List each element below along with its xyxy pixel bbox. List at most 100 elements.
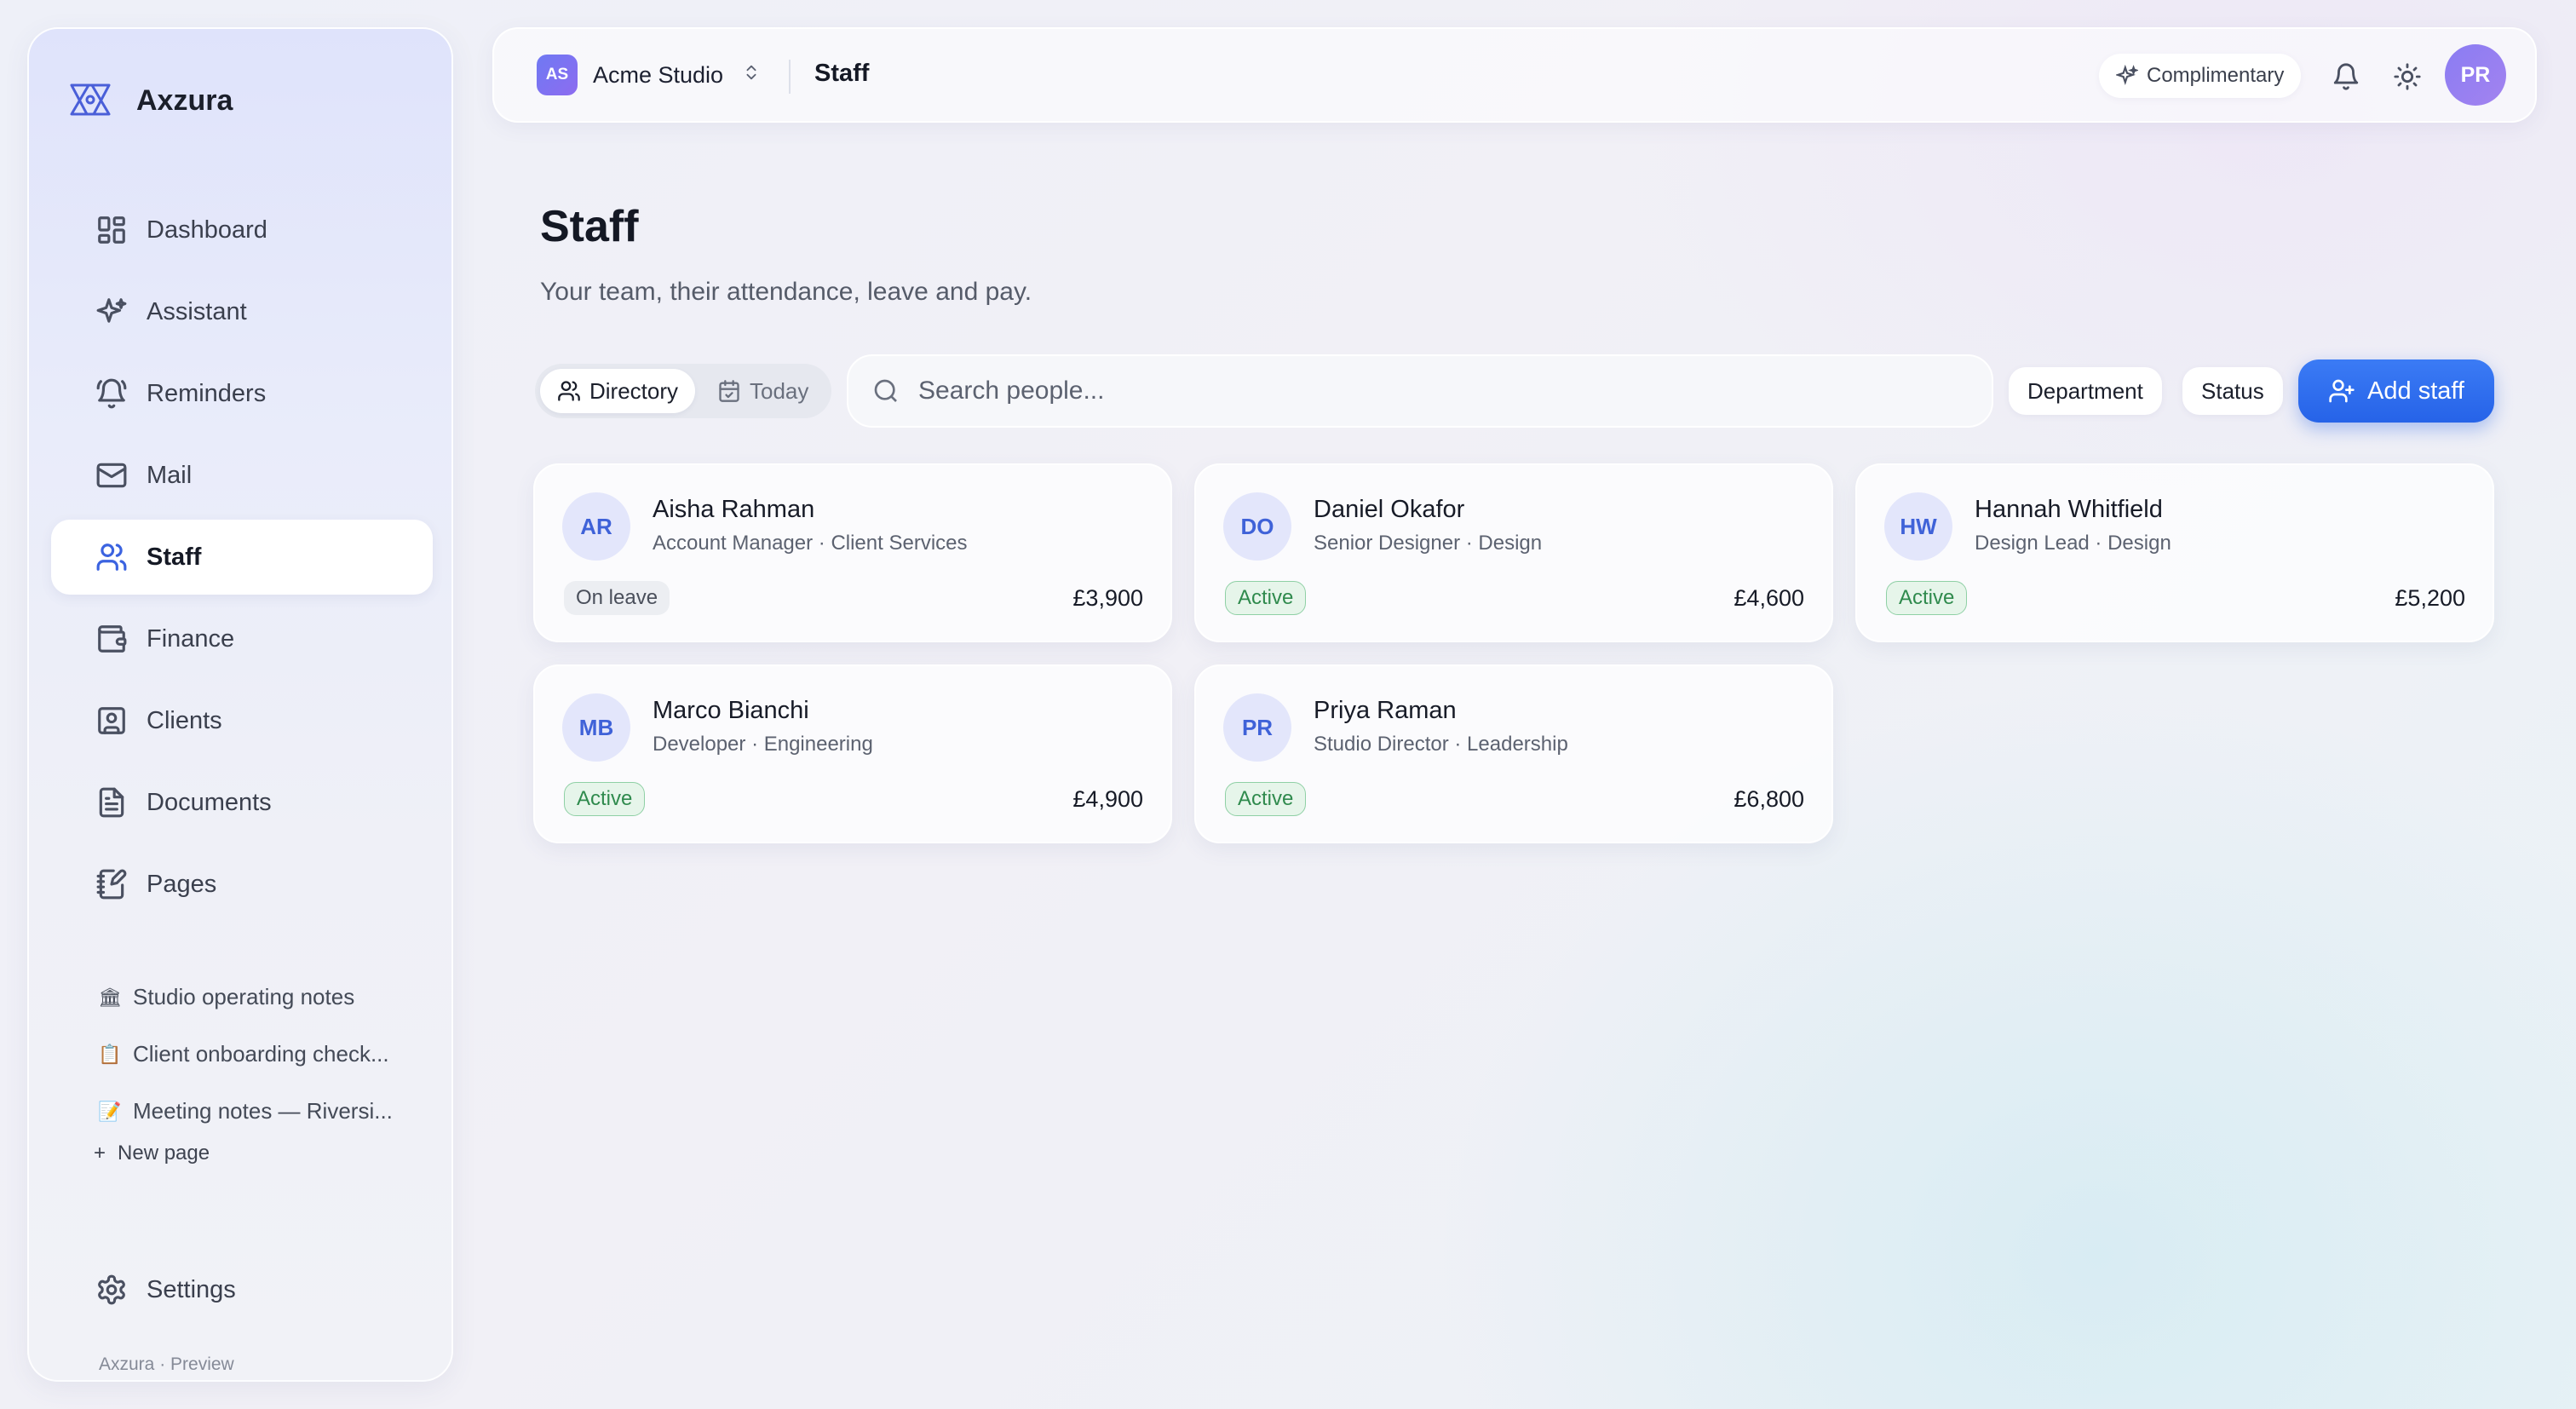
brand-logo-icon — [70, 83, 111, 116]
users-icon — [558, 381, 580, 401]
staff-name: Marco Bianchi — [653, 697, 809, 724]
staff-role: Design Lead · Design — [1975, 532, 2171, 555]
staff-card[interactable]: PR Priya Raman Studio Director · Leaders… — [1194, 664, 1833, 843]
staff-role: Studio Director · Leadership — [1314, 733, 1568, 756]
sidebar-item-label: Reminders — [147, 379, 267, 407]
workspace-name: Acme Studio — [593, 61, 724, 88]
sidebar-nav: Dashboard Assistant Reminders Mail Staff… — [51, 193, 433, 929]
staff-name: Aisha Rahman — [653, 496, 815, 523]
sidebar-item-dashboard[interactable]: Dashboard — [51, 193, 433, 267]
department-filter-button[interactable]: Department — [2009, 367, 2162, 415]
memo-icon: 📝 — [98, 1100, 122, 1122]
avatar: MB — [562, 693, 630, 762]
staff-card[interactable]: HW Hannah Whitfield Design Lead · Design… — [1855, 463, 2494, 642]
sidebar-item-settings[interactable]: Settings — [73, 1252, 440, 1327]
staff-pay: £3,900 — [1072, 585, 1143, 611]
sidebar-item-label: Staff — [147, 543, 202, 571]
sidebar-item-label: Dashboard — [147, 216, 267, 244]
plan-badge[interactable]: Complimentary — [2099, 54, 2302, 98]
user-avatar[interactable]: PR — [2445, 44, 2506, 106]
status-badge: Active — [1886, 581, 1968, 615]
notifications-button[interactable] — [2329, 60, 2363, 94]
new-page-button[interactable]: + New page — [94, 1142, 210, 1165]
users-icon — [96, 543, 127, 571]
sidebar-item-documents[interactable]: Documents — [51, 765, 433, 840]
staff-card[interactable]: MB Marco Bianchi Developer · Engineering… — [533, 664, 1172, 843]
sidebar-item-label: Mail — [147, 461, 193, 489]
page-title: Staff — [540, 202, 639, 251]
tab-directory[interactable]: Directory — [540, 369, 696, 413]
staff-pay: £5,200 — [2395, 585, 2465, 611]
sidebar-item-label: Pages — [147, 870, 217, 898]
view-segmented-control: Directory Today — [535, 364, 831, 418]
search-bar — [847, 354, 1993, 428]
topbar: AS Acme Studio Staff Complimentary PR — [492, 27, 2537, 123]
page-link[interactable]: 📝 Meeting notes — Riversi... — [97, 1083, 438, 1140]
workspace-switcher[interactable]: AS Acme Studio — [537, 55, 761, 95]
sidebar-item-assistant[interactable]: Assistant — [51, 274, 433, 349]
sparkles-icon — [96, 298, 127, 323]
page-link[interactable]: 📋 Client onboarding check... — [97, 1026, 438, 1083]
tab-label: Directory — [589, 377, 679, 404]
topbar-divider — [789, 60, 791, 94]
avatar: PR — [1223, 693, 1291, 762]
sidebar-item-staff[interactable]: Staff — [51, 520, 433, 595]
page-link[interactable]: 🏛 Studio operating notes — [97, 969, 438, 1026]
contact-icon — [98, 707, 125, 734]
workspace-badge: AS — [537, 55, 578, 95]
notebook-pen-icon — [96, 869, 127, 900]
staff-pay: £6,800 — [1734, 786, 1804, 812]
clipboard-icon: 📋 — [98, 1043, 122, 1065]
sparkles-icon — [2116, 65, 2138, 86]
page-title: Client onboarding check... — [133, 1041, 389, 1067]
status-badge: Active — [1225, 782, 1307, 816]
sidebar-item-finance[interactable]: Finance — [51, 601, 433, 676]
search-input[interactable] — [918, 377, 1941, 405]
status-badge: Active — [1225, 581, 1307, 615]
staff-card[interactable]: AR Aisha Rahman Account Manager · Client… — [533, 463, 1172, 642]
staff-card[interactable]: DO Daniel Okafor Senior Designer · Desig… — [1194, 463, 1833, 642]
staff-name: Daniel Okafor — [1314, 496, 1465, 523]
sidebar: Axzura Dashboard Assistant Reminders Mai… — [27, 27, 453, 1382]
wallet-icon — [98, 625, 127, 653]
sidebar-item-clients[interactable]: Clients — [51, 683, 433, 758]
avatar: HW — [1884, 492, 1952, 561]
classical-building-icon: 🏛 — [98, 986, 122, 1008]
gear-icon — [98, 1274, 125, 1305]
staff-role: Senior Designer · Design — [1314, 532, 1543, 555]
add-staff-label: Add staff — [2367, 377, 2464, 405]
staff-pay: £4,900 — [1072, 786, 1143, 812]
bell-icon — [2333, 63, 2359, 90]
page-title: Studio operating notes — [133, 984, 355, 1009]
tab-label: Today — [750, 377, 809, 404]
sidebar-item-label: Documents — [147, 788, 272, 816]
staff-name: Hannah Whitfield — [1975, 496, 2163, 523]
theme-toggle-button[interactable] — [2390, 60, 2424, 94]
sidebar-item-reminders[interactable]: Reminders — [51, 356, 433, 431]
mail-icon — [96, 463, 127, 488]
plus-icon: + — [94, 1142, 106, 1165]
status-filter-button[interactable]: Status — [2182, 367, 2283, 415]
staff-name: Priya Raman — [1314, 697, 1457, 724]
page-subtitle: Your team, their attendance, leave and p… — [540, 278, 1032, 306]
search-icon — [874, 379, 897, 402]
avatar: DO — [1223, 492, 1291, 561]
status-badge: On leave — [564, 581, 670, 615]
sidebar-item-pages[interactable]: Pages — [51, 847, 433, 922]
user-plus-icon — [2329, 379, 2355, 403]
sidebar-item-label: Finance — [147, 624, 235, 653]
staff-role: Account Manager · Client Services — [653, 532, 968, 555]
topbar-title: Staff — [814, 60, 870, 87]
bell-ring-icon — [96, 378, 127, 409]
add-staff-button[interactable]: Add staff — [2298, 359, 2494, 423]
footer-note: Axzura · Preview — [99, 1354, 234, 1374]
sidebar-item-label: Settings — [147, 1275, 236, 1303]
sun-icon — [2394, 63, 2421, 90]
brand-name: Axzura — [136, 83, 233, 117]
status-badge: Active — [564, 782, 646, 816]
sidebar-item-mail[interactable]: Mail — [51, 438, 433, 513]
calendar-check-icon — [719, 380, 739, 402]
brand[interactable]: Axzura — [66, 77, 233, 124]
new-page-label: New page — [118, 1142, 210, 1165]
tab-today[interactable]: Today — [700, 369, 825, 413]
